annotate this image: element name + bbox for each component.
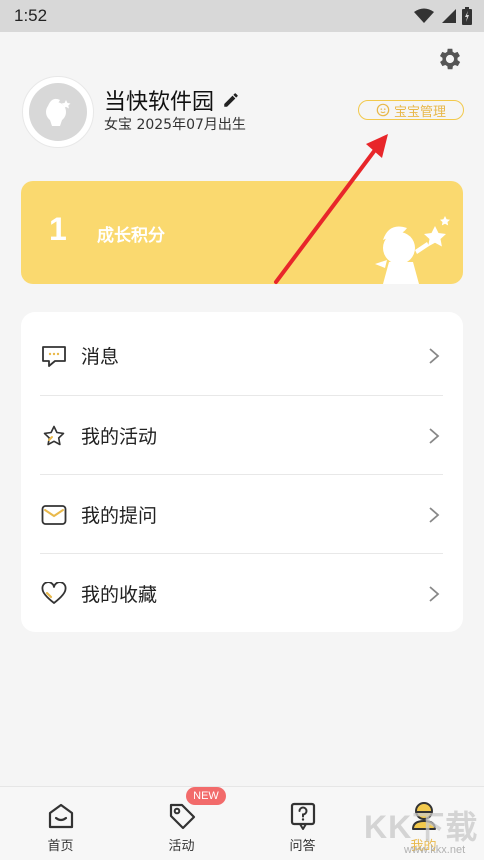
menu-item-my-questions[interactable]: 我的提问: [21, 475, 463, 554]
home-icon: [48, 803, 73, 829]
envelope-icon: [41, 502, 67, 528]
menu-item-my-activities[interactable]: 我的活动: [21, 396, 463, 475]
tab-qa[interactable]: 问答: [242, 787, 363, 860]
status-bar: 1:52: [0, 0, 484, 32]
baby-management-label: 宝宝管理: [393, 104, 446, 120]
heart-icon: [41, 581, 67, 607]
tab-home[interactable]: 首页: [0, 787, 121, 860]
birth-info: 女宝 2025年07月出生: [104, 117, 246, 133]
battery-icon: [462, 7, 472, 25]
growth-points-label: 成长积分: [97, 226, 165, 246]
watermark: KK下载 www.kkx.net: [360, 800, 484, 860]
watermark-main: KK下载: [364, 809, 479, 845]
tab-label-qa: 问答: [289, 839, 316, 854]
gear-icon: [439, 48, 461, 70]
wifi-icon: [414, 8, 434, 23]
username: 当快软件园: [104, 90, 215, 115]
settings-button[interactable]: [436, 45, 464, 73]
new-badge: NEW: [186, 787, 226, 805]
menu-label-my-activities: 我的活动: [81, 426, 158, 448]
tag-icon: [169, 803, 195, 830]
status-time: 1:52: [14, 6, 48, 25]
annotation-arrow: [274, 134, 388, 284]
baby-silhouette-icon: [46, 98, 71, 126]
username-row: 当快软件园: [104, 84, 240, 116]
tab-label-home: 首页: [47, 839, 74, 854]
baby-management-button[interactable]: 宝宝管理: [358, 100, 464, 120]
signal-icon: [442, 9, 456, 23]
watermark-url: www.kkx.net: [404, 844, 466, 856]
menu-item-my-favorites[interactable]: 我的收藏: [21, 554, 463, 633]
chevron-right-icon: [429, 585, 440, 602]
pencil-icon[interactable]: [222, 91, 240, 109]
tab-label-activities: 活动: [168, 839, 195, 854]
question-icon: [290, 802, 315, 830]
star-icon: [41, 423, 67, 449]
avatar[interactable]: [22, 76, 94, 148]
avatar-placeholder: [29, 83, 87, 141]
growth-points-value: 1: [49, 211, 67, 247]
chevron-right-icon: [429, 347, 440, 364]
status-icons: [414, 7, 472, 25]
menu-label-my-questions: 我的提问: [81, 505, 158, 527]
chevron-right-icon: [429, 506, 440, 523]
tab-activities[interactable]: NEW 活动: [121, 787, 242, 860]
menu-label-my-favorites: 我的收藏: [81, 584, 158, 606]
message-icon: [41, 343, 67, 369]
menu-card: 消息 我的活动 我的提问 我的收藏: [21, 312, 463, 632]
chevron-right-icon: [429, 427, 440, 444]
menu-label-messages: 消息: [81, 346, 120, 368]
baby-face-icon: [376, 103, 390, 117]
menu-item-messages[interactable]: 消息: [21, 316, 463, 395]
